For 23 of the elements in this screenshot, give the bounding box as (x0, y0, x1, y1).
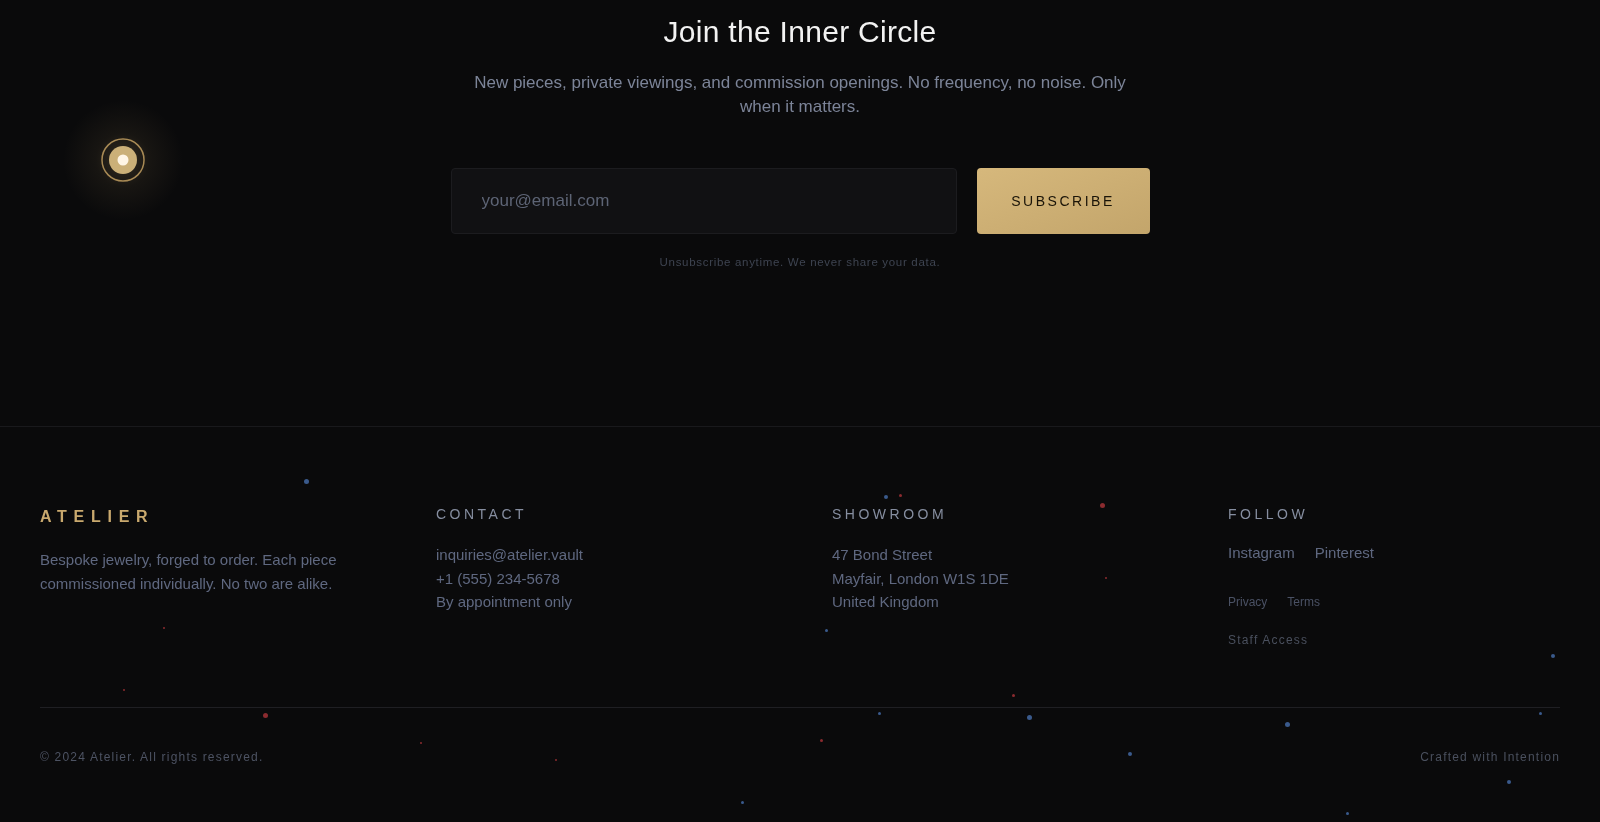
social-link[interactable]: Pinterest (1314, 543, 1374, 563)
staff-access-link[interactable]: Staff Access (1228, 632, 1309, 648)
column-heading: CONTACT (436, 505, 528, 524)
address-line: Mayfair, London W1S 1DE (832, 568, 1009, 589)
address-line: United Kingdom (832, 592, 939, 612)
tagline-text: Crafted with Intention (1420, 749, 1560, 765)
appointment-text: By appointment only (436, 592, 572, 612)
social-link[interactable]: Instagram (1228, 543, 1295, 563)
legal-link[interactable]: Privacy (1228, 594, 1268, 610)
legal-link[interactable]: Terms (1287, 594, 1320, 610)
privacy-note: Unsubscribe anytime. We never share your data. (659, 255, 941, 270)
column-heading: FOLLOW (1228, 505, 1309, 524)
email-link[interactable]: inquiries@atelier.vault (436, 543, 583, 567)
section-title: Join the Inner Circle (663, 15, 937, 49)
phone-text: +1 (555) 234-5678 (436, 568, 560, 589)
email-field[interactable]: your@email.com (450, 168, 957, 234)
brand-logo: ATELIER (40, 507, 155, 527)
address-line: 47 Bond Street (832, 545, 933, 565)
section-description: New pieces, private viewings, and commission openings. No frequency, no noise. Only when it matters. (473, 72, 1127, 118)
subscribe-button[interactable]: SUBSCRIBE (976, 168, 1150, 234)
copyright-text: © 2024 Atelier. All rights reserved. (40, 749, 264, 765)
column-heading: SHOWROOM (832, 505, 948, 524)
brand-description: Bespoke jewelry, forged to order. Each piece commissioned individually. No two are alike. (40, 550, 338, 594)
